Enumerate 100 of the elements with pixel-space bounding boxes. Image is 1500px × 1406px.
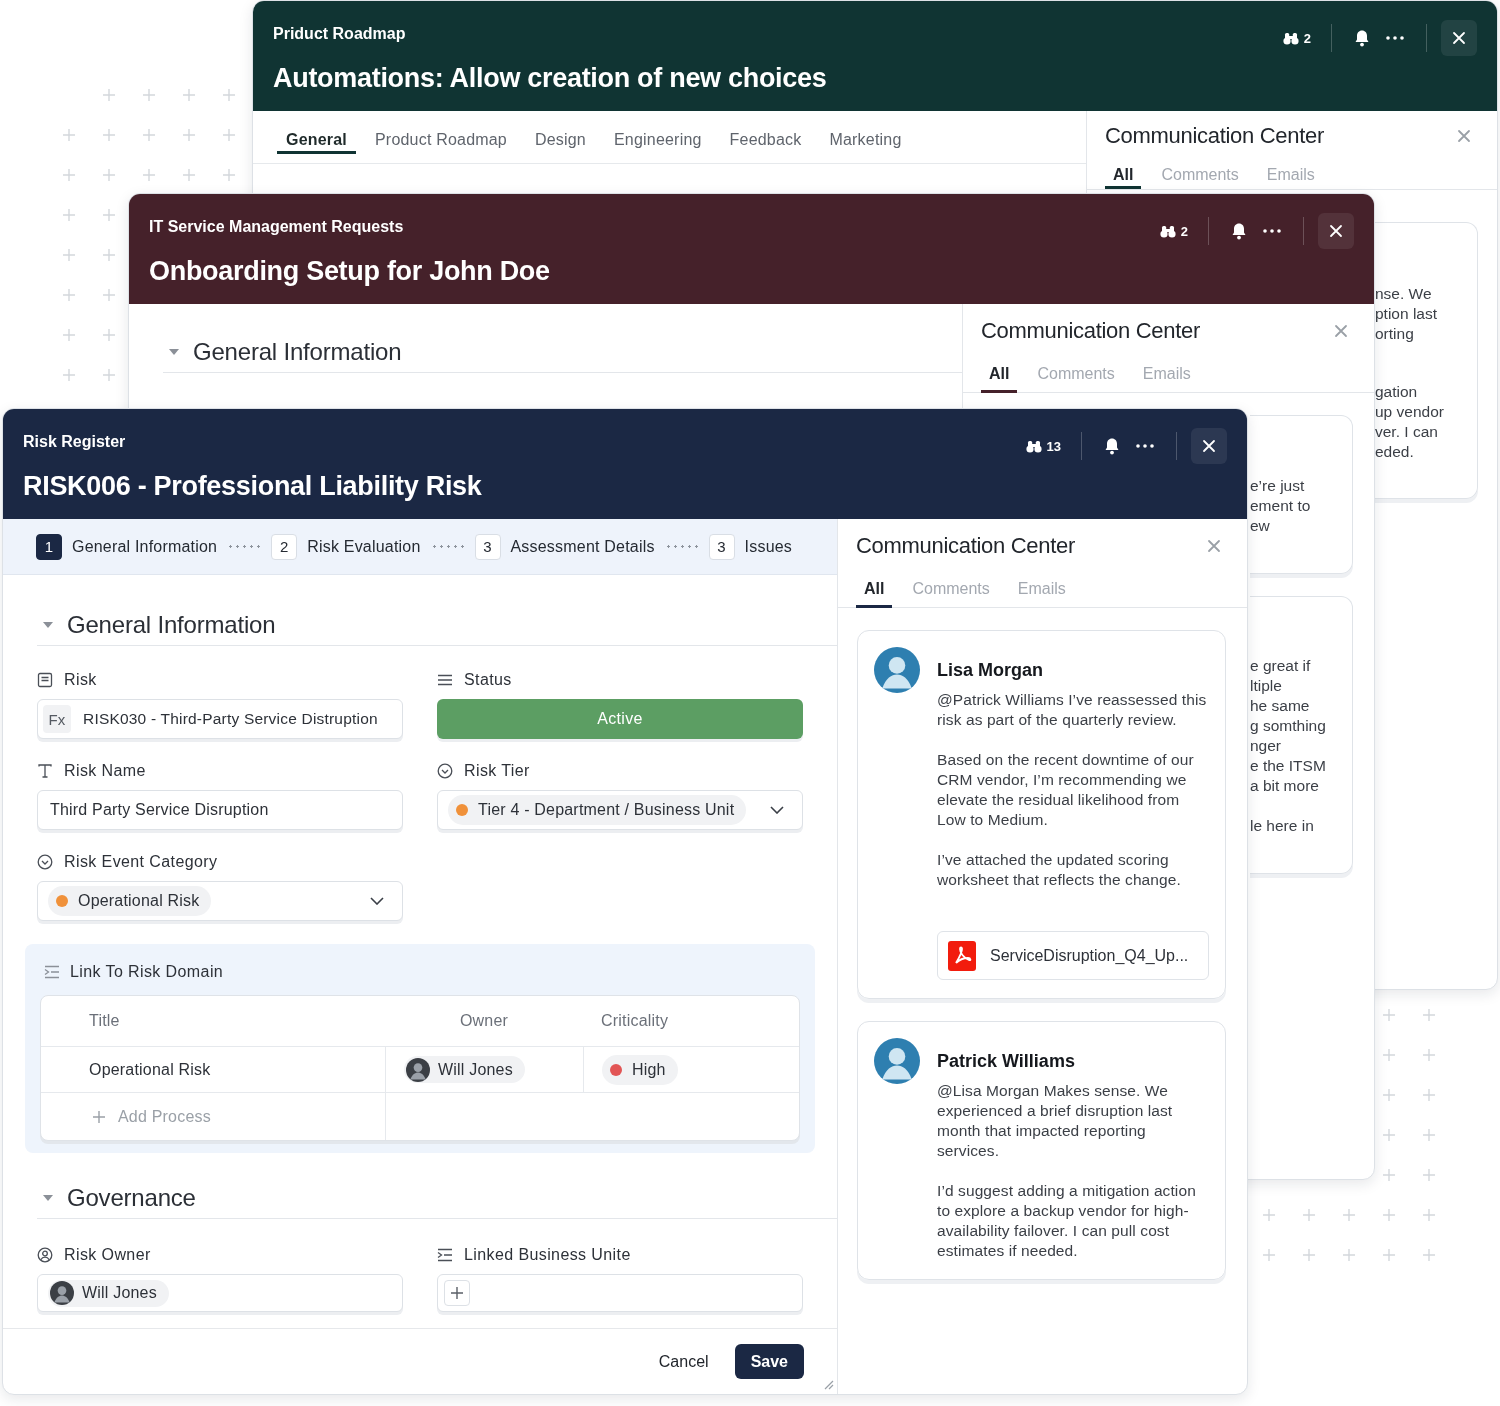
field-label: Risk Tier: [464, 762, 530, 780]
more-icon[interactable]: [1136, 444, 1154, 448]
comment-text: le here in: [1250, 816, 1315, 836]
chip-label: Will Jones: [438, 1060, 513, 1079]
tab[interactable]: Product Roadmap: [366, 111, 516, 154]
step[interactable]: 3 Issues: [708, 533, 793, 560]
circle-chevron-icon: [37, 854, 53, 870]
circle-chevron-icon: [437, 763, 453, 779]
column-header: Criticality: [600, 1011, 670, 1031]
tab[interactable]: Marketing: [820, 111, 911, 154]
app-name: IT Service Management Requests: [149, 218, 405, 236]
comment-text: Based on the recent downtime of our CRM vendor, I’m recommending we elevate the residual likelihood from Low to Medium.: [937, 750, 1195, 830]
section-title: General Information: [193, 338, 402, 366]
comment-text: nse. We: [1375, 284, 1433, 304]
avatar-icon: [406, 1057, 430, 1082]
field-label: Risk: [64, 671, 97, 689]
cancel-button[interactable]: Cancel: [658, 1346, 709, 1377]
watchers-button[interactable]: 2: [1276, 30, 1317, 46]
step-number: 3: [474, 533, 501, 560]
panel-title: Communication Center: [1105, 123, 1324, 149]
step-number: 3: [708, 533, 735, 560]
comment-text: a bit more: [1250, 776, 1320, 796]
comment-text: orting: [1375, 324, 1415, 344]
panel-title: Communication Center: [856, 533, 1075, 559]
avatar-icon: [874, 1038, 920, 1084]
chevron-down-icon: [370, 897, 384, 905]
add-button[interactable]: [444, 1280, 470, 1306]
comment-text: I’ve attached the updated scoring worksheet that reflects the change.: [937, 850, 1182, 890]
column-header: Title: [88, 1011, 121, 1031]
pdf-icon: [948, 940, 976, 971]
caret-icon: [43, 1195, 53, 1201]
tab[interactable]: Feedback: [720, 111, 811, 154]
comment-text: ver. I can: [1375, 422, 1439, 442]
panel-tab[interactable]: All: [981, 358, 1018, 393]
caret-icon: [169, 349, 179, 355]
step-label: Risk Evaluation: [307, 537, 421, 556]
record-title: Onboarding Setup for John Doe: [149, 255, 550, 287]
watchers-button[interactable]: 2: [1153, 223, 1194, 239]
plus-icon: [93, 1110, 105, 1123]
binoculars-icon: [1282, 31, 1299, 45]
tab[interactable]: Engineering: [605, 111, 711, 154]
select-field[interactable]: Tier 4 - Department / Business Unit: [437, 790, 803, 830]
record-title: RISK006 - Professional Liability Risk: [23, 470, 482, 502]
author-name: Lisa Morgan: [937, 659, 1044, 681]
chip-label: High: [632, 1060, 666, 1079]
resize-handle-icon[interactable]: [822, 1378, 834, 1390]
attachment-button[interactable]: ServiceDisruption_Q4_Up...: [937, 931, 1209, 980]
select-field[interactable]: Operational Risk: [37, 881, 403, 921]
step[interactable]: 3 Assessment Details: [474, 533, 655, 560]
panel-tab[interactable]: All: [856, 573, 893, 608]
bell-icon[interactable]: [1104, 437, 1120, 455]
close-icon[interactable]: [1207, 539, 1221, 553]
caret-icon: [43, 622, 53, 628]
close-button[interactable]: [1318, 213, 1354, 249]
chip-label: Will Jones: [82, 1284, 157, 1302]
input-field[interactable]: Third Party Service Disruption: [37, 790, 403, 830]
close-icon[interactable]: [1457, 129, 1471, 143]
close-icon: [1452, 31, 1466, 45]
formula-tag: Fx: [43, 705, 71, 733]
step[interactable]: 2 Risk Evaluation: [271, 533, 421, 560]
comment-text: I’d suggest adding a mitigation action to explore a backup vendor for high-availability failover. I can pull cost estimates if needed.: [937, 1181, 1197, 1261]
bell-icon[interactable]: [1231, 222, 1247, 240]
bell-icon[interactable]: [1354, 29, 1370, 47]
person-field[interactable]: Will Jones: [37, 1274, 403, 1312]
list-icon: [437, 674, 453, 686]
section-title: Governance: [67, 1184, 196, 1212]
field-label: Linked Business Unite: [464, 1246, 631, 1264]
step[interactable]: 1 General Information: [36, 533, 218, 560]
chip-label: Tier 4 - Department / Business Unit: [478, 801, 735, 819]
close-button[interactable]: [1441, 20, 1477, 56]
tab[interactable]: General: [277, 111, 356, 154]
save-button[interactable]: Save: [734, 1344, 804, 1379]
more-icon[interactable]: [1386, 36, 1404, 40]
comment-text: ltiple: [1250, 676, 1283, 696]
step-number: 1: [36, 533, 62, 560]
comment-text: ew: [1250, 516, 1271, 536]
field-value: RISK030 - Third-Party Service Distruption: [83, 710, 378, 728]
more-icon[interactable]: [1263, 229, 1281, 233]
document-icon: [37, 672, 53, 688]
step-number: 2: [271, 533, 298, 560]
tab[interactable]: Design: [525, 111, 595, 154]
comment-text: e’re just: [1250, 476, 1306, 496]
comment-text: nger: [1250, 736, 1283, 756]
watchers-button[interactable]: 13: [1019, 438, 1067, 454]
avatar-icon: [50, 1281, 74, 1305]
step-label: Issues: [744, 537, 793, 556]
close-icon[interactable]: [1334, 324, 1348, 338]
panel-tab[interactable]: All: [1105, 161, 1142, 189]
text-icon: [37, 763, 53, 779]
field-label: Risk Owner: [64, 1246, 151, 1264]
comment-text: eded.: [1375, 442, 1415, 462]
comment-text: gation: [1375, 382, 1419, 402]
close-button[interactable]: [1191, 428, 1227, 464]
relation-field[interactable]: [437, 1274, 803, 1312]
plus-icon: [451, 1287, 463, 1299]
risk-field[interactable]: Fx RISK030 - Third-Party Service Distruption: [37, 699, 403, 739]
chevron-down-icon: [770, 806, 784, 814]
record-title: Automations: Allow creation of new choices: [273, 62, 827, 94]
close-icon: [1202, 439, 1216, 453]
section-title: General Information: [67, 611, 276, 639]
